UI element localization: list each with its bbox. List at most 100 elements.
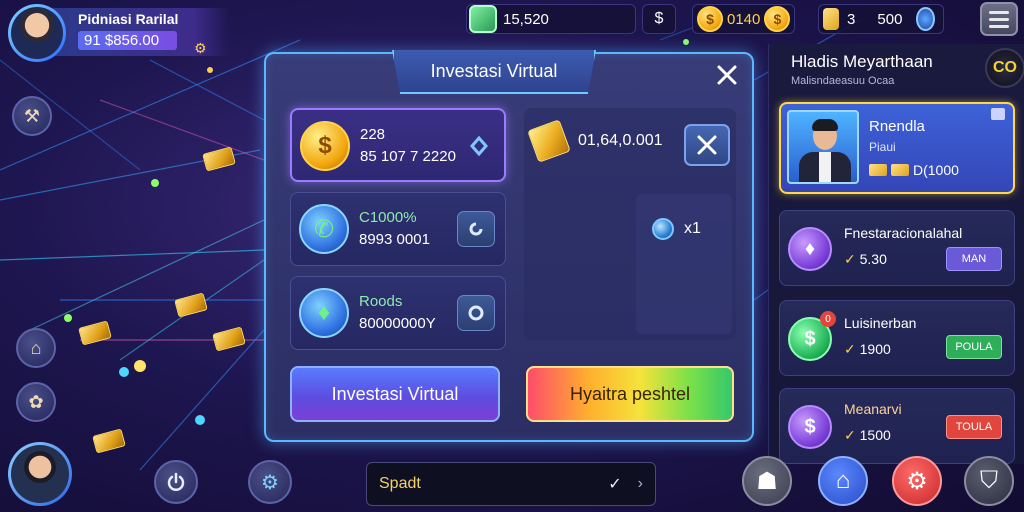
- row-value-wrap: ✓ 1500: [844, 427, 891, 443]
- plus-gem-icon[interactable]: [916, 7, 935, 31]
- invest-button[interactable]: Investasi Virtual: [290, 366, 500, 422]
- card-line1: 228: [360, 126, 386, 143]
- corner-badge-button[interactable]: CO: [985, 48, 1024, 88]
- settings-small-icon[interactable]: ⚙: [194, 40, 207, 57]
- shop-button[interactable]: $: [642, 4, 676, 34]
- investment-modal: Investasi Virtual $ 228 85 107 7 2220 ✆ …: [264, 50, 754, 442]
- refresh-icon: [469, 222, 483, 236]
- sidebar-title: Hladis Meyarthaan: [791, 52, 933, 71]
- check-icon[interactable]: ✓: [608, 474, 621, 494]
- shield-nav-button[interactable]: ⛉: [964, 456, 1014, 506]
- leaderboard-row[interactable]: $ Meanarvi ✓ 1500 TOULA: [779, 388, 1015, 464]
- bank-icon[interactable]: ⌂: [16, 328, 56, 368]
- player-name: Pidniasi Rarilal: [78, 11, 179, 27]
- modal-title: Investasi Virtual: [392, 50, 596, 94]
- card-line2: 85 107 7 2220: [360, 148, 456, 165]
- player-avatar[interactable]: [8, 4, 66, 62]
- row-tag-button[interactable]: MAN: [946, 247, 1002, 271]
- hammer-icon[interactable]: ⚒: [12, 96, 52, 136]
- shield-check-icon: ⛉: [980, 467, 998, 494]
- gem-amount: 15,520: [503, 10, 549, 28]
- close-icon: [717, 65, 737, 85]
- featured-player-subtitle: Piaui: [869, 140, 896, 154]
- featured-player-value-row: D(1000: [869, 162, 959, 178]
- close-button[interactable]: [714, 62, 740, 88]
- featured-player-name: Rnendla: [869, 118, 925, 135]
- gold-value: 01,64,0.001: [578, 132, 663, 149]
- paw-icon[interactable]: ✿: [16, 382, 56, 422]
- settings-nav-button[interactable]: ⚙: [892, 456, 942, 506]
- row-title: Fnestaracionalahal: [844, 225, 963, 241]
- coin-add-icon[interactable]: $: [764, 6, 791, 32]
- special-button[interactable]: Hyaitra peshtel: [526, 366, 734, 422]
- row-value-wrap: ✓ 1900: [844, 341, 891, 357]
- card-line1: Roods: [359, 293, 403, 310]
- row-tag-button[interactable]: TOULA: [946, 415, 1002, 439]
- player-money: 91 $856.00: [78, 31, 178, 50]
- power-button[interactable]: [154, 460, 198, 504]
- character-button[interactable]: ☗: [742, 456, 792, 506]
- menu-icon: [989, 10, 1009, 14]
- investment-card[interactable]: ♦ Roods 80000000Y: [290, 276, 506, 350]
- coin-amount: 0140: [727, 10, 761, 28]
- featured-player-card[interactable]: Rnendla Piaui D(1000: [779, 102, 1015, 194]
- row-value: 1900: [859, 341, 891, 357]
- leaderboard-sidebar: Hladis Meyarthaan Malisndaeasuu Ocaa CO …: [768, 44, 1024, 464]
- multiplier-row[interactable]: x1: [652, 218, 701, 240]
- search-input[interactable]: Spadt ✓ ›: [366, 462, 656, 506]
- chevron-right-icon[interactable]: ›: [638, 475, 643, 493]
- cash-amount: 500: [877, 10, 903, 28]
- purple-gem-icon: $: [788, 405, 832, 449]
- gold-value-row: 01,64,0.001: [527, 119, 663, 163]
- wallet-icon: $: [654, 10, 664, 27]
- cancel-button[interactable]: [684, 124, 730, 166]
- player-profile[interactable]: Pidniasi Rarilal 91 $856.00: [8, 4, 230, 62]
- notification-badge: 0: [820, 311, 836, 327]
- home-icon: ⌂: [835, 467, 851, 494]
- row-title: Meanarvi: [844, 401, 902, 417]
- token-amount: 3: [847, 10, 856, 28]
- gold-bag-icon: [823, 8, 840, 30]
- refresh-button[interactable]: [457, 295, 495, 331]
- multiplier-box: [636, 194, 732, 334]
- player-portrait: [787, 110, 859, 184]
- gem-counter[interactable]: 15,520: [466, 4, 636, 34]
- gear-gem-icon: [652, 218, 674, 240]
- chevron-icon[interactable]: [468, 134, 490, 163]
- robot-icon: ☗: [756, 467, 778, 495]
- card-menu-icon[interactable]: [991, 108, 1005, 120]
- whatsapp-icon: ✆: [299, 204, 349, 254]
- card-line2: 80000000Y: [359, 315, 436, 332]
- menu-button[interactable]: [980, 2, 1018, 36]
- card-line1: C1000%: [359, 209, 417, 226]
- home-button[interactable]: ⌂: [818, 456, 868, 506]
- refresh-button[interactable]: [457, 211, 495, 247]
- bottom-player-avatar[interactable]: [8, 442, 72, 506]
- gear-icon: ⚙: [261, 471, 279, 494]
- investment-card[interactable]: ✆ C1000% 8993 0001: [290, 192, 506, 266]
- leaderboard-row[interactable]: $ 0 Luisinerban ✓ 1900 POULA: [779, 300, 1015, 376]
- coin-counter[interactable]: $ 0140 $: [692, 4, 796, 34]
- coin-icon: $: [697, 6, 723, 32]
- row-value: 5.30: [859, 251, 887, 267]
- featured-player-value: D(1000: [913, 162, 959, 178]
- close-icon: [697, 135, 717, 155]
- search-value: Spadt: [379, 475, 421, 492]
- refresh-icon: [468, 305, 484, 321]
- power-icon: [167, 472, 185, 491]
- card-line2: 8993 0001: [359, 231, 430, 248]
- row-title: Luisinerban: [844, 315, 917, 331]
- settings-button[interactable]: ⚙: [248, 460, 292, 504]
- gold-bar-icon: [869, 164, 887, 176]
- leaderboard-row[interactable]: ♦ Fnestaracionalahal ✓ 5.30 MAN: [779, 210, 1015, 286]
- gold-ingot-icon: [527, 119, 571, 163]
- token-counter[interactable]: 3 500: [818, 4, 944, 34]
- row-value-wrap: ✓ 5.30: [844, 251, 887, 267]
- shield-icon: ♦: [299, 288, 349, 338]
- investment-card[interactable]: $ 228 85 107 7 2220: [290, 108, 506, 182]
- gem-icon: [469, 5, 497, 33]
- row-tag-button[interactable]: POULA: [946, 335, 1002, 359]
- row-value: 1500: [859, 427, 891, 443]
- dollar-coin-icon: $: [300, 121, 350, 171]
- gear-icon: ⚙: [906, 467, 928, 495]
